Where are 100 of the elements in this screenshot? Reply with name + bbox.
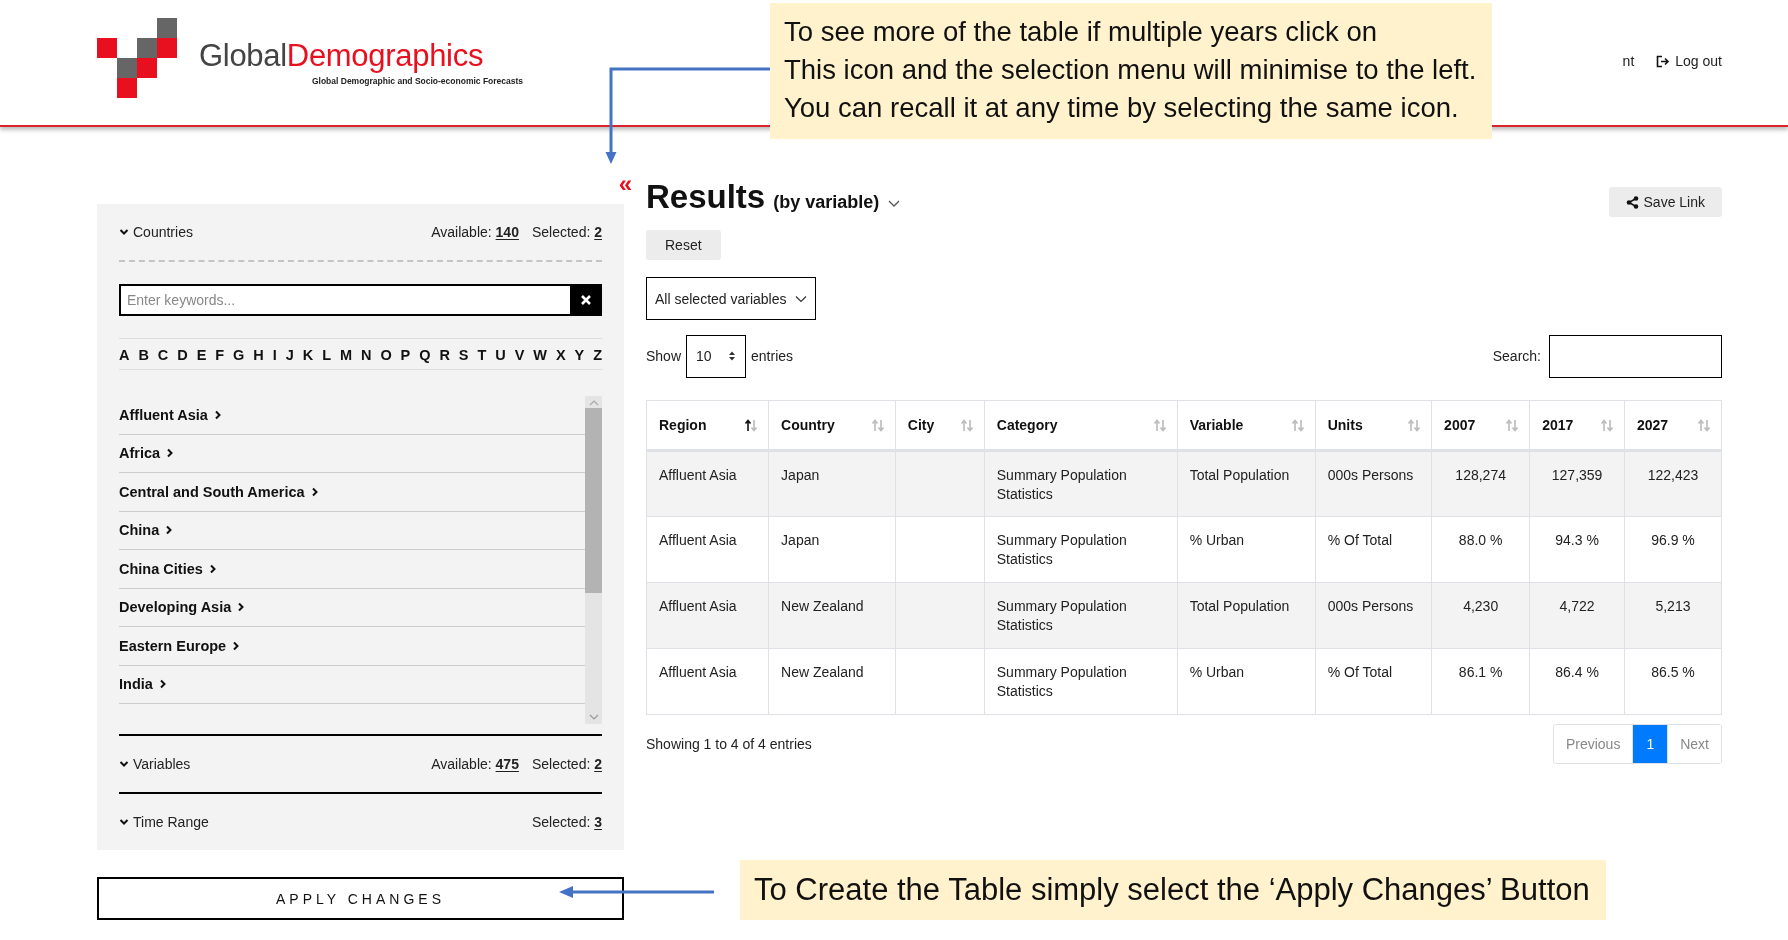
chevron-down-icon (119, 759, 129, 769)
letter-link[interactable]: F (215, 347, 225, 363)
table-cell: 4,722 (1529, 582, 1625, 649)
logout-icon (1656, 54, 1671, 68)
letter-link[interactable]: W (533, 347, 547, 363)
table-cell: 86.1 % (1431, 648, 1530, 715)
collapse-button[interactable]: « (618, 175, 632, 193)
save-link-button[interactable]: Save Link (1608, 187, 1722, 217)
table-cell: Japan (768, 450, 896, 517)
table-cell: Japan (768, 516, 896, 583)
variable-dropdown[interactable]: All selected variables (646, 277, 816, 320)
letter-link[interactable]: I (272, 347, 277, 363)
keyword-search-field[interactable]: Enter keywords... (119, 284, 570, 316)
table-cell: % Of Total (1315, 516, 1432, 583)
letter-link[interactable]: Y (574, 347, 585, 363)
reset-button[interactable]: Reset (646, 230, 721, 260)
letter-link[interactable]: H (253, 347, 264, 363)
up-down-icon (728, 350, 737, 362)
section-title[interactable]: Variables (133, 756, 191, 772)
table-info: Showing 1 to 4 of 4 entries (646, 736, 812, 752)
table-cell: % Urban (1177, 648, 1316, 715)
table-cell: 4,230 (1431, 582, 1530, 649)
table-cell: 94.3 % (1529, 516, 1625, 583)
table-cell: 5,213 (1624, 582, 1722, 649)
table-cell: Affluent Asia (646, 450, 769, 517)
table-cell: % Of Total (1315, 648, 1432, 715)
letter-link[interactable]: Q (419, 347, 431, 363)
table-cell: 127,359 (1529, 450, 1625, 517)
region-item[interactable]: Central and South America (119, 473, 585, 512)
apply-changes-button[interactable]: APPLY CHANGES (97, 877, 624, 920)
letter-link[interactable]: X (555, 347, 566, 363)
nav-link[interactable]: nt (1622, 53, 1635, 69)
brand-name: GlobalDemographics (199, 38, 484, 74)
table-cell: Summary Population Statistics (984, 450, 1178, 517)
letter-link[interactable]: R (439, 347, 450, 363)
results-view-label: (by variable) (773, 192, 880, 213)
table-cell: 86.5 % (1624, 648, 1722, 715)
letter-link[interactable]: L (322, 347, 331, 363)
section-title[interactable]: Time Range (133, 814, 209, 830)
available-count: Available: 140 (431, 224, 519, 240)
entries-label: entries (751, 348, 794, 364)
share-icon (1625, 195, 1639, 209)
letter-link[interactable]: G (233, 347, 245, 363)
region-item[interactable]: Affluent Asia (119, 396, 585, 435)
letter-link[interactable]: M (339, 347, 353, 363)
table-cell: 88.0 % (1431, 516, 1530, 583)
letter-link[interactable]: B (138, 347, 149, 363)
selected-count: Selected: 2 (531, 224, 602, 240)
chevron-down-icon (119, 817, 129, 827)
chevron-down-icon (794, 294, 807, 303)
region-item[interactable]: Eastern Europe (119, 627, 585, 666)
letter-link[interactable]: T (477, 347, 487, 363)
chevron-down-icon (119, 227, 129, 237)
table-cell: % Urban (1177, 516, 1316, 583)
letter-link[interactable]: D (177, 347, 188, 363)
letter-link[interactable]: N (360, 347, 372, 363)
search-label: Search: (1492, 348, 1541, 364)
table-cell: 86.4 % (1529, 648, 1625, 715)
region-item[interactable]: India (119, 665, 585, 704)
close-icon (580, 294, 592, 306)
region-item[interactable]: China (119, 511, 585, 550)
table-cell: 000s Persons (1315, 450, 1432, 517)
selected-count: Selected: 2 (531, 756, 602, 772)
annotation-callout: To Create the Table simply select the ‘Apply Changes’ Button (740, 860, 1606, 920)
table-cell: 96.9 % (1624, 516, 1722, 583)
section-title[interactable]: Countries (133, 224, 193, 240)
page-length-select[interactable]: 10 (686, 334, 747, 378)
chevron-down-icon[interactable] (887, 198, 902, 208)
table-cell: Affluent Asia (646, 648, 769, 715)
letter-link[interactable]: P (400, 347, 411, 363)
letter-link[interactable]: Z (593, 347, 602, 363)
table-cell: Affluent Asia (646, 582, 769, 649)
search-field[interactable] (1549, 334, 1722, 378)
table-cell: Affluent Asia (646, 516, 769, 583)
letter-link[interactable]: A (119, 347, 130, 363)
letter-link[interactable]: E (196, 347, 207, 363)
clear-button[interactable] (570, 284, 602, 316)
letter-link[interactable]: J (285, 347, 294, 363)
results-heading: Results (646, 180, 766, 214)
letter-link[interactable]: K (302, 347, 314, 363)
table-cell: 128,274 (1431, 450, 1530, 517)
annotation-callout: To see more of the table if multiple years click on This icon and the selection menu will minimise to the left. You can recall it at any time by selecting the same icon. (770, 3, 1493, 139)
region-item[interactable]: Africa (119, 434, 585, 473)
show-label: Show (646, 348, 682, 364)
letter-link[interactable]: C (157, 347, 169, 363)
letter-link[interactable]: O (380, 347, 392, 363)
page-button[interactable]: 1 (1632, 725, 1668, 763)
table-cell: New Zealand (768, 582, 896, 649)
letter-link[interactable]: V (514, 347, 525, 363)
tagline: Global Demographic and Socio-economic Forecasts (311, 76, 524, 86)
table-cell: New Zealand (768, 648, 896, 715)
letter-link[interactable]: S (458, 347, 469, 363)
region-item[interactable]: China Cities (119, 550, 585, 589)
available-count: Available: 475 (431, 756, 519, 772)
selected-count: Selected: 3 (531, 814, 602, 830)
logo-icon (97, 18, 177, 98)
logout-link[interactable]: Log out (1656, 53, 1722, 69)
region-item[interactable]: Developing Asia (119, 588, 585, 627)
table-cell: Total Population (1177, 582, 1316, 649)
letter-link[interactable]: U (495, 347, 506, 363)
